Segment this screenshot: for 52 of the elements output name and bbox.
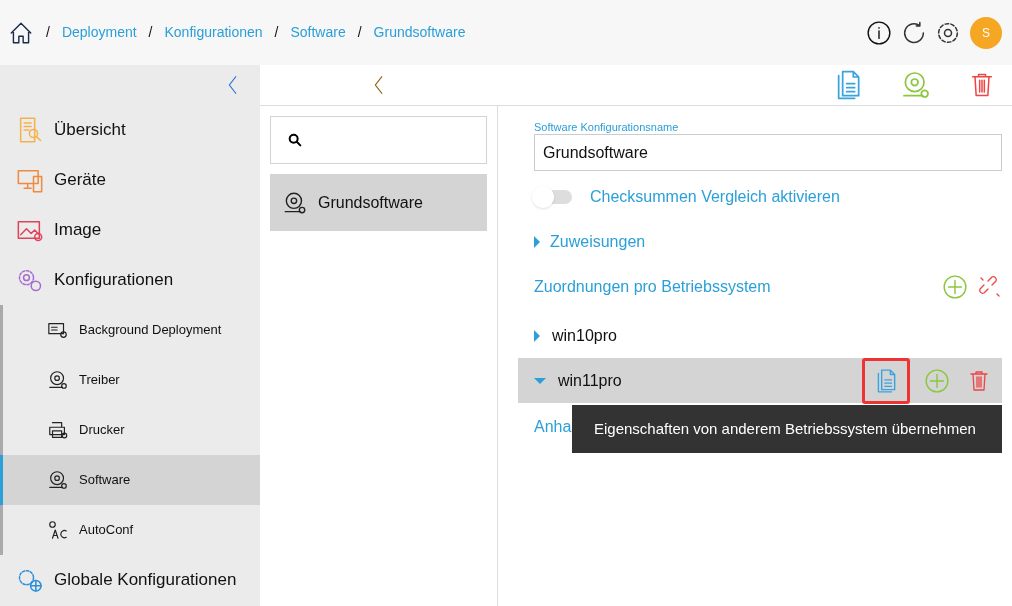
sidebar-subitem[interactable]: Treiber bbox=[0, 355, 260, 405]
sidebar-item[interactable]: Geräte bbox=[0, 155, 260, 205]
sidebar-subitem[interactable]: Software bbox=[0, 455, 260, 505]
sidebar-item[interactable]: Konfigurationen bbox=[0, 255, 260, 305]
os-row[interactable]: win10pro bbox=[518, 313, 1002, 358]
info-icon[interactable] bbox=[866, 19, 892, 46]
sidebar-subitem[interactable]: Background Deployment bbox=[0, 305, 260, 355]
search-icon bbox=[287, 132, 303, 148]
name-field[interactable]: Grundsoftware bbox=[534, 134, 1002, 171]
breadcrumb-separator: / bbox=[357, 23, 362, 42]
sidebar-label: Software bbox=[79, 471, 131, 490]
list-item[interactable]: Grundsoftware bbox=[270, 174, 487, 231]
sidebar-label: Image bbox=[54, 219, 102, 242]
sidebar-subitem[interactable]: AutoConf bbox=[0, 505, 260, 555]
caret-icon[interactable] bbox=[534, 236, 540, 248]
unlink-button[interactable] bbox=[978, 275, 1002, 299]
sidebar-label: Übersicht bbox=[54, 119, 126, 142]
sidebar-label: AutoConf bbox=[79, 521, 134, 540]
breadcrumb-separator: / bbox=[148, 23, 153, 42]
gear-letters-icon bbox=[47, 519, 69, 541]
disc-gear-icon bbox=[900, 69, 932, 101]
printer-icon bbox=[47, 419, 69, 441]
breadcrumb-separator: / bbox=[274, 23, 279, 42]
sidebar-label: Drucker bbox=[79, 421, 125, 440]
os-label: win10pro bbox=[552, 325, 618, 346]
sidebar-item[interactable]: Übersicht bbox=[0, 105, 260, 155]
copy-button[interactable] bbox=[862, 357, 910, 404]
sidebar-label: Treiber bbox=[79, 371, 120, 390]
search-field[interactable] bbox=[270, 116, 487, 164]
os-label: win11pro bbox=[558, 370, 623, 391]
sidebar-label: Globale Konfigurationen bbox=[54, 569, 237, 592]
toggle-label: Checksummen Vergleich aktivieren bbox=[590, 187, 840, 207]
caret-icon[interactable] bbox=[534, 377, 546, 384]
add-button[interactable] bbox=[942, 274, 968, 300]
tooltip: Eigenschaften von anderem Betriebssystem übernehmen bbox=[572, 405, 1002, 453]
disc-icon bbox=[47, 369, 69, 391]
sidebar-label: Geräte bbox=[54, 169, 106, 192]
os-row[interactable]: win11pro bbox=[518, 358, 1002, 403]
caret-icon[interactable] bbox=[534, 329, 540, 342]
field-label: Software Konfigurationsname bbox=[534, 120, 680, 134]
broken-link-icon bbox=[978, 275, 1002, 299]
add-icon bbox=[942, 274, 968, 300]
add-icon bbox=[924, 367, 950, 394]
breadcrumb-separator: / bbox=[46, 23, 50, 42]
sidebar-label: Konfigurationen bbox=[54, 269, 174, 292]
section-title: Zuordnungen pro Betriebssystem bbox=[534, 277, 772, 297]
setting-label: Anha bbox=[534, 417, 572, 437]
sidebar-item[interactable]: Image bbox=[0, 205, 260, 255]
list-label: Grundsoftware bbox=[318, 192, 423, 213]
sidebar-item[interactable]: Globale Konfigurationen bbox=[0, 555, 260, 605]
sidebar-label: Background Deployment bbox=[79, 321, 222, 340]
disc-icon bbox=[47, 469, 69, 491]
